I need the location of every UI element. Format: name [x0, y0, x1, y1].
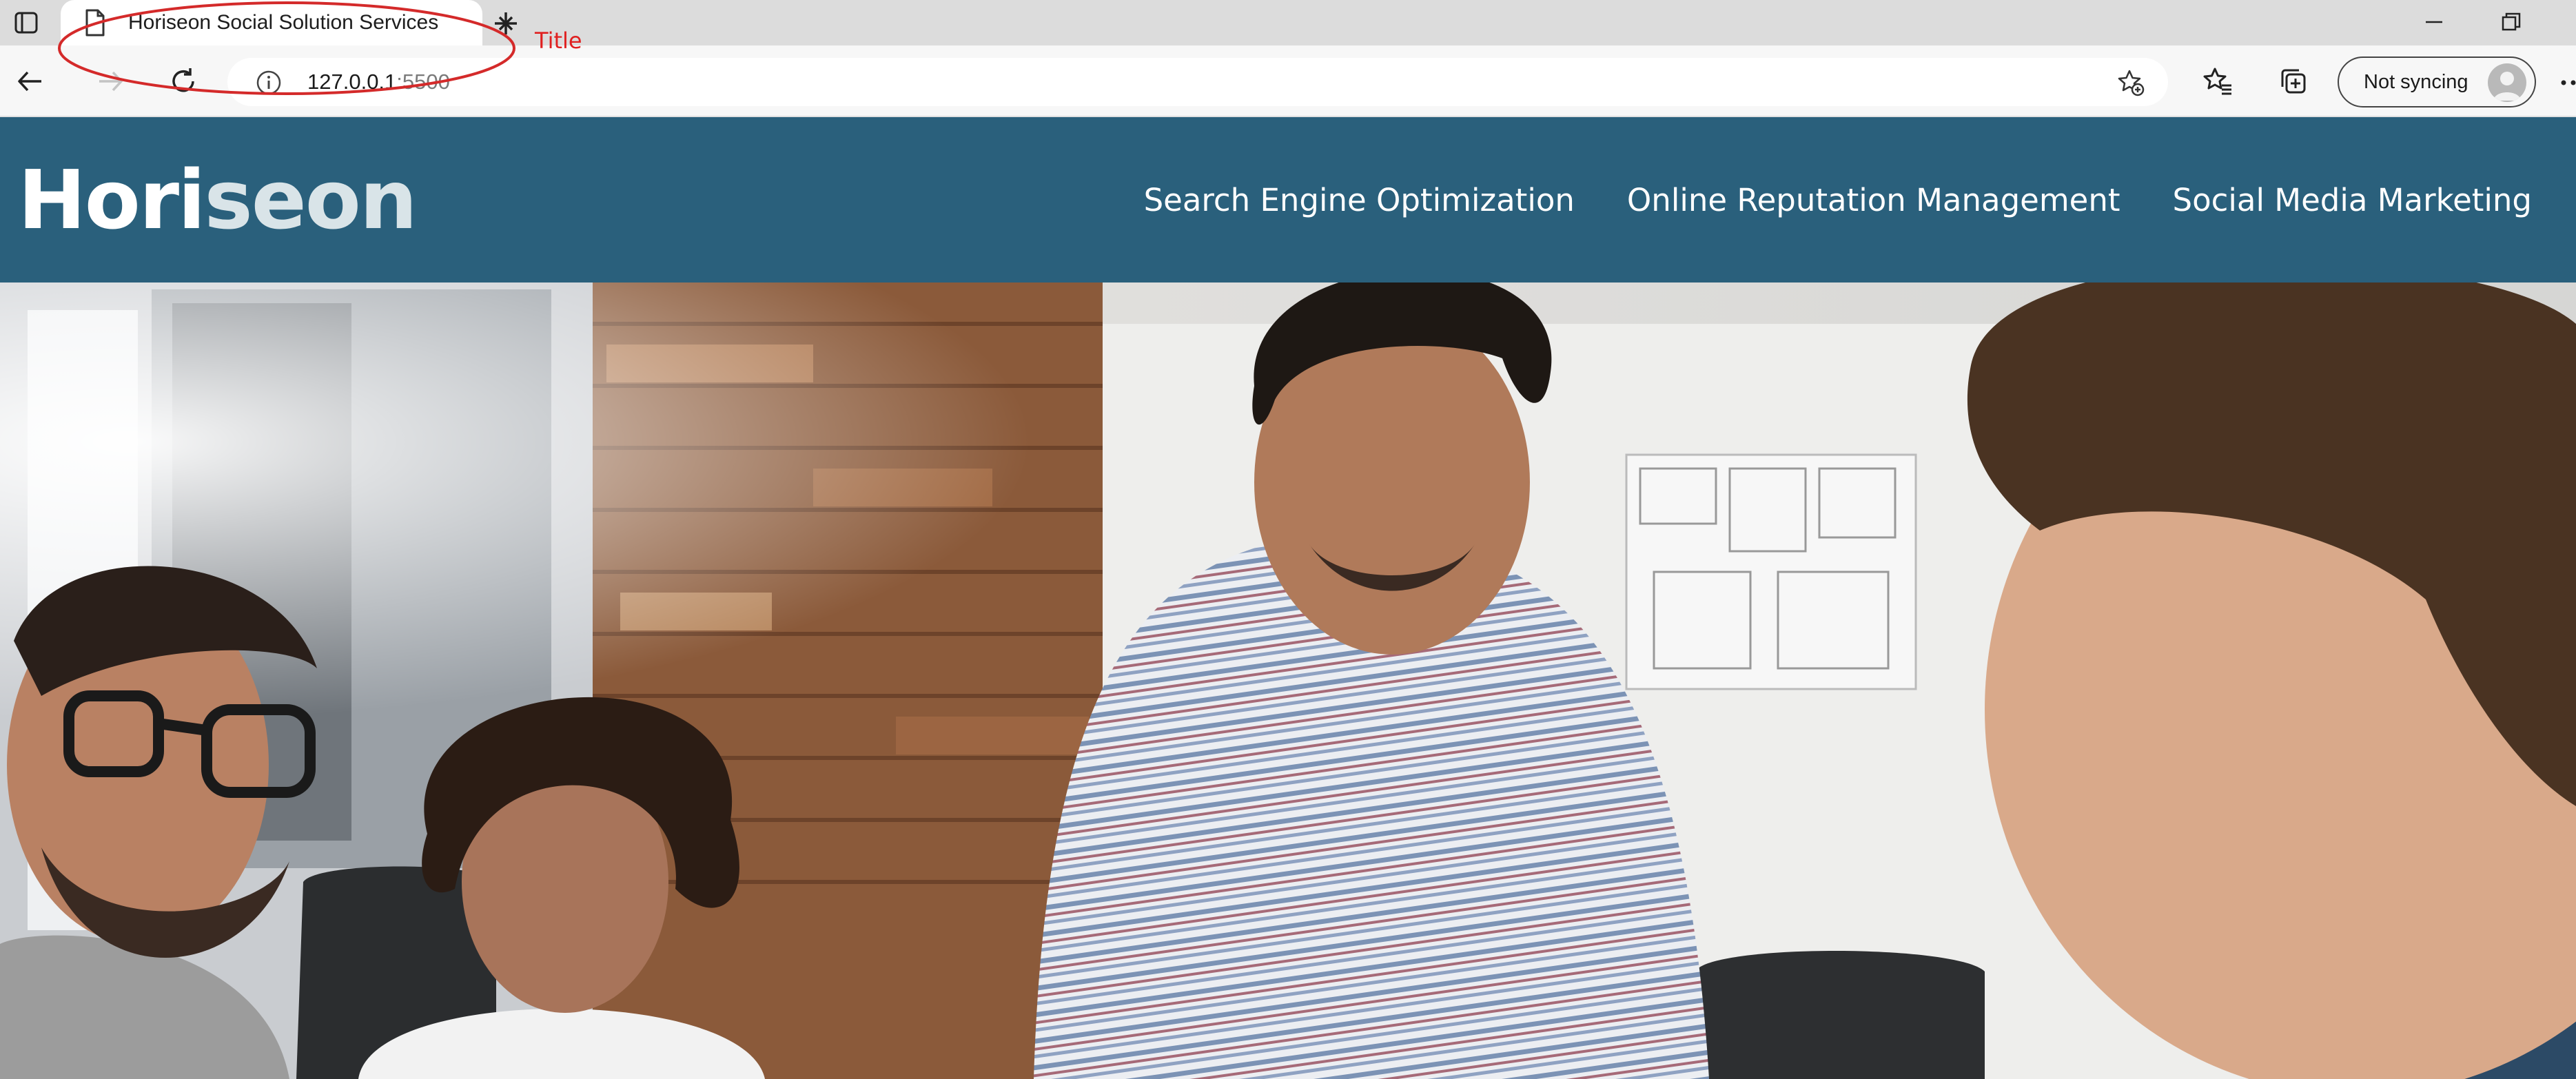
- nav-link-reputation[interactable]: Online Reputation Management: [1627, 182, 2120, 218]
- info-icon[interactable]: [255, 69, 283, 96]
- reload-button[interactable]: [164, 62, 203, 101]
- favorites-button[interactable]: [2198, 62, 2237, 101]
- annotation-label: Title: [535, 28, 582, 54]
- reload-icon: [172, 68, 194, 92]
- add-favorite-icon[interactable]: [2116, 68, 2146, 98]
- tab-strip: Horiseon Social Solution Services: [0, 0, 2576, 45]
- profile-sync-button[interactable]: Not syncing: [2338, 56, 2536, 107]
- avatar-icon: [2488, 63, 2526, 102]
- browser-tab-active[interactable]: Horiseon Social Solution Services: [61, 0, 513, 45]
- url-port: :5500: [396, 70, 450, 94]
- site-header: Horiseon Search Engine Optimization Onli…: [0, 117, 2576, 282]
- minimize-icon[interactable]: [2419, 7, 2449, 37]
- browser-toolbar: 127.0.0.1:5500 Not syncing: [0, 45, 2576, 117]
- logo-main: Hori: [18, 152, 205, 247]
- new-tab-icon[interactable]: [491, 8, 521, 39]
- arrow-right-icon: [99, 71, 123, 92]
- arrow-left-icon: [18, 71, 41, 92]
- sync-label: Not syncing: [2364, 71, 2468, 93]
- tab-actions-icon[interactable]: [7, 6, 45, 40]
- collections-button[interactable]: [2274, 62, 2313, 101]
- nav-link-seo[interactable]: Search Engine Optimization: [1144, 182, 1575, 218]
- nav-link-social-media[interactable]: Social Media Marketing: [2173, 182, 2532, 218]
- more-options-icon[interactable]: [2558, 70, 2576, 95]
- favorites-icon: [2203, 68, 2231, 95]
- restore-icon[interactable]: [2496, 7, 2526, 37]
- url-host: 127.0.0.1: [307, 70, 397, 94]
- address-bar[interactable]: 127.0.0.1:5500: [227, 58, 2168, 106]
- hero-photo-illustration: [0, 282, 2576, 1079]
- site-logo[interactable]: Horiseon: [18, 117, 418, 282]
- forward-button[interactable]: [91, 62, 130, 101]
- url-text: 127.0.0.1:5500: [307, 58, 450, 106]
- page-icon: [81, 8, 108, 37]
- back-button[interactable]: [11, 62, 50, 101]
- tab-title: Horiseon Social Solution Services: [128, 11, 439, 34]
- collections-icon: [2281, 69, 2306, 94]
- main-nav: Search Engine Optimization Online Reputa…: [1144, 117, 2532, 282]
- logo-accent: seon: [204, 152, 417, 247]
- hero-image: [0, 282, 2576, 1079]
